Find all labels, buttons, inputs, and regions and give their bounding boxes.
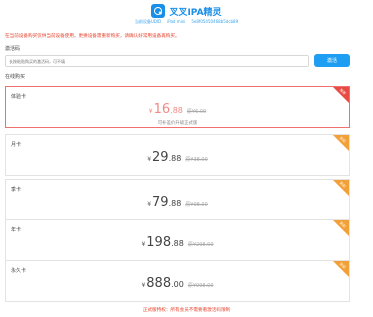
plan-name: 月卡: [11, 142, 22, 148]
plan-card-trial[interactable]: 体验卡 ¥ 16 .88 原¥6.00 可补差价升级正式版 推荐: [5, 86, 350, 128]
app-header: 叉叉IPA精灵: [0, 3, 373, 19]
badge-text: 折扣: [338, 262, 347, 270]
original-price: 原¥98.00: [185, 202, 208, 208]
price-decimal: .88: [168, 199, 182, 208]
corner-badge: 折扣: [333, 220, 349, 236]
device-model: iPad mini: [167, 19, 186, 24]
corner-badge: 折扣: [333, 180, 349, 196]
plan-name: 季卡: [11, 187, 22, 193]
price-integer: 29: [152, 150, 169, 165]
udid-label: 当前设备UDID: [134, 19, 162, 24]
currency-symbol: ¥: [141, 282, 146, 289]
original-price: 原¥38.00: [185, 157, 208, 163]
badge-text: 折扣: [338, 181, 347, 189]
price-integer: 79: [152, 195, 169, 210]
activate-button[interactable]: 激活: [314, 54, 350, 67]
plan-card-quarter[interactable]: 季卡 ¥ 79 .88 原¥98.00 折扣: [5, 179, 350, 221]
price-line: ¥ 888 .00 原¥998.00: [6, 276, 349, 291]
corner-badge: 推荐: [333, 87, 349, 103]
price-line: ¥ 16 .88 原¥6.00: [6, 102, 349, 117]
price-integer: 198: [146, 235, 172, 250]
online-purchase-label: 在线购买: [5, 74, 26, 80]
currency-symbol: ¥: [148, 108, 153, 115]
original-price: 原¥998.00: [187, 283, 214, 289]
device-udid: 5e8f05450468b5dcb89: [191, 19, 239, 24]
plan-card-lifetime[interactable]: 永久卡 ¥ 888 .00 原¥998.00 折扣: [5, 260, 350, 302]
device-info: 当前设备UDID iPad mini 5e8f05450468b5dcb89: [0, 19, 373, 25]
plan-name: 体验卡: [11, 94, 27, 100]
price-integer: 888: [146, 276, 172, 291]
price-line: ¥ 79 .88 原¥98.00: [6, 195, 349, 210]
plan-card-year[interactable]: 年卡 ¥ 198 .88 原¥298.00 折扣: [5, 219, 350, 261]
plan-name: 年卡: [11, 227, 22, 233]
activation-label: 激活码: [5, 46, 21, 52]
app-title: 叉叉IPA精灵: [169, 7, 222, 18]
currency-symbol: ¥: [147, 156, 152, 163]
badge-text: 折扣: [338, 221, 347, 229]
corner-badge: 折扣: [333, 135, 349, 151]
currency-symbol: ¥: [147, 201, 152, 208]
search-magnifier-icon: [151, 4, 166, 18]
upgrade-note: 可补差价升级正式版: [157, 121, 198, 126]
warning-text: 在当前设备购买仅供当前设备使用，更换设备需重新购买，请确认好常用设备再购买。: [5, 34, 180, 39]
footer-note: 正式版特权：所有会员不需要看激活码限制: [142, 308, 231, 313]
original-price: 原¥298.00: [187, 242, 214, 248]
price-integer: 16: [153, 102, 171, 117]
price-decimal: .88: [168, 154, 182, 163]
badge-text: 推荐: [338, 88, 347, 96]
plan-name: 永久卡: [11, 268, 27, 274]
currency-symbol: ¥: [141, 241, 146, 248]
price-decimal: .88: [171, 239, 184, 248]
original-price: 原¥6.00: [186, 109, 207, 115]
corner-badge: 折扣: [333, 261, 349, 277]
price-decimal: .88: [170, 106, 183, 115]
price-decimal: .00: [171, 280, 184, 289]
badge-text: 折扣: [338, 136, 347, 144]
activation-code-input[interactable]: [5, 55, 309, 67]
price-line: ¥ 198 .88 原¥298.00: [6, 235, 349, 250]
price-line: ¥ 29 .88 原¥38.00: [6, 150, 349, 165]
plan-card-month[interactable]: 月卡 ¥ 29 .88 原¥38.00 折扣: [5, 134, 350, 176]
